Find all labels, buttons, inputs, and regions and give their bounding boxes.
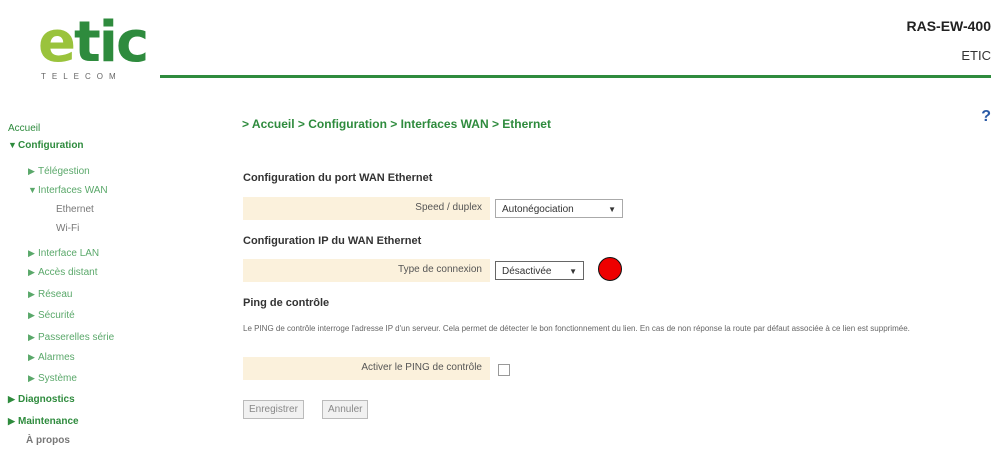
connection-type-value: Désactivée xyxy=(502,266,552,277)
cancel-button[interactable]: Annuler xyxy=(322,400,369,419)
caret-right-icon: ▶ xyxy=(28,352,35,362)
sidebar-item-label: Configuration xyxy=(18,140,84,151)
connection-type-row: Type de connexion xyxy=(243,259,490,282)
sidebar-item-label: Maintenance xyxy=(18,416,79,427)
ping-label: Activer le PING de contrôle xyxy=(361,362,482,373)
sidebar-item-label: Wi-Fi xyxy=(56,223,80,234)
speed-duplex-label: Speed / duplex xyxy=(415,202,482,213)
sidebar-item-passerelles-serie[interactable]: ▶ Passerelles série xyxy=(28,330,114,345)
caret-right-icon: ▶ xyxy=(28,248,35,258)
sidebar-item-diagnostics[interactable]: ▶ Diagnostics xyxy=(8,392,75,407)
speed-duplex-row: Speed / duplex xyxy=(243,197,490,220)
sidebar-item-label: Système xyxy=(38,373,77,384)
vendor-name: ETIC xyxy=(961,48,991,63)
sidebar-item-label: Passerelles série xyxy=(38,332,115,343)
breadcrumb: > Accueil > Configuration > Interfaces W… xyxy=(242,117,551,131)
save-button[interactable]: Enregistrer xyxy=(243,400,304,419)
ping-row: Activer le PING de contrôle xyxy=(243,357,490,380)
caret-down-icon: ▼ xyxy=(8,140,17,150)
etic-logo: etic TELECOM xyxy=(38,14,156,84)
sidebar-item-telegestion[interactable]: ▶ Télégestion xyxy=(28,164,90,179)
connection-type-select[interactable]: Désactivée ▼ xyxy=(495,261,584,280)
sidebar-item-interfaces-wan[interactable]: ▼Interfaces WAN xyxy=(28,183,108,198)
sidebar-item-interface-lan[interactable]: ▶ Interface LAN xyxy=(28,246,99,261)
sidebar-item-label: Réseau xyxy=(38,289,73,300)
sidebar-item-label: Télégestion xyxy=(38,166,90,177)
sidebar-item-configuration[interactable]: ▼Configuration xyxy=(8,138,84,153)
sidebar-item-systeme[interactable]: ▶ Système xyxy=(28,371,77,386)
speed-duplex-value: Autonégociation xyxy=(502,204,574,215)
dropdown-arrow-icon: ▼ xyxy=(608,205,616,214)
sidebar-item-accueil[interactable]: Accueil xyxy=(8,122,40,136)
sidebar-item-label: Ethernet xyxy=(56,204,94,215)
sidebar-item-label: Interfaces WAN xyxy=(38,185,108,196)
section-title-ping: Ping de contrôle xyxy=(243,297,330,309)
sidebar-item-label: Accueil xyxy=(8,123,41,134)
caret-down-icon: ▼ xyxy=(28,185,37,195)
sidebar-item-ethernet[interactable]: Ethernet xyxy=(56,203,94,217)
sidebar-item-label: À propos xyxy=(26,435,70,446)
caret-right-icon: ▶ xyxy=(28,289,35,299)
sidebar-item-label: Diagnostics xyxy=(18,394,75,405)
caret-right-icon: ▶ xyxy=(28,373,35,383)
caret-right-icon: ▶ xyxy=(8,416,15,426)
help-icon[interactable]: ? xyxy=(981,108,991,126)
caret-right-icon: ▶ xyxy=(8,394,15,404)
caret-right-icon: ▶ xyxy=(28,310,35,320)
connection-type-label: Type de connexion xyxy=(398,264,482,275)
sidebar-item-wifi[interactable]: Wi-Fi xyxy=(56,222,79,236)
sidebar-item-alarmes[interactable]: ▶ Alarmes xyxy=(28,350,75,365)
caret-right-icon: ▶ xyxy=(28,332,35,342)
section-title-port: Configuration du port WAN Ethernet xyxy=(243,172,433,184)
logo-subtitle: TELECOM xyxy=(41,72,122,81)
sidebar-item-acces-distant[interactable]: ▶ Accès distant xyxy=(28,265,97,280)
caret-right-icon: ▶ xyxy=(28,267,35,277)
ping-checkbox[interactable] xyxy=(498,364,510,376)
caret-right-icon: ▶ xyxy=(28,166,35,176)
dropdown-arrow-icon: ▼ xyxy=(569,267,577,276)
sidebar-item-a-propos[interactable]: À propos xyxy=(26,434,70,448)
product-name: RAS-EW-400 xyxy=(906,18,991,34)
header-divider xyxy=(160,75,991,78)
sidebar-item-securite[interactable]: ▶ Sécurité xyxy=(28,308,75,323)
sidebar-item-label: Sécurité xyxy=(38,310,75,321)
sidebar-item-maintenance[interactable]: ▶ Maintenance xyxy=(8,414,79,429)
red-marker xyxy=(598,257,622,281)
section-title-ip: Configuration IP du WAN Ethernet xyxy=(243,235,422,247)
logo-wordmark: etic xyxy=(38,10,149,75)
speed-duplex-select[interactable]: Autonégociation ▼ xyxy=(495,199,623,218)
sidebar-item-reseau[interactable]: ▶ Réseau xyxy=(28,287,72,302)
sidebar-item-label: Accès distant xyxy=(38,267,98,278)
sidebar-item-label: Alarmes xyxy=(38,352,75,363)
ping-description: Le PING de contrôle interroge l'adresse … xyxy=(243,324,910,333)
sidebar-item-label: Interface LAN xyxy=(38,248,100,259)
